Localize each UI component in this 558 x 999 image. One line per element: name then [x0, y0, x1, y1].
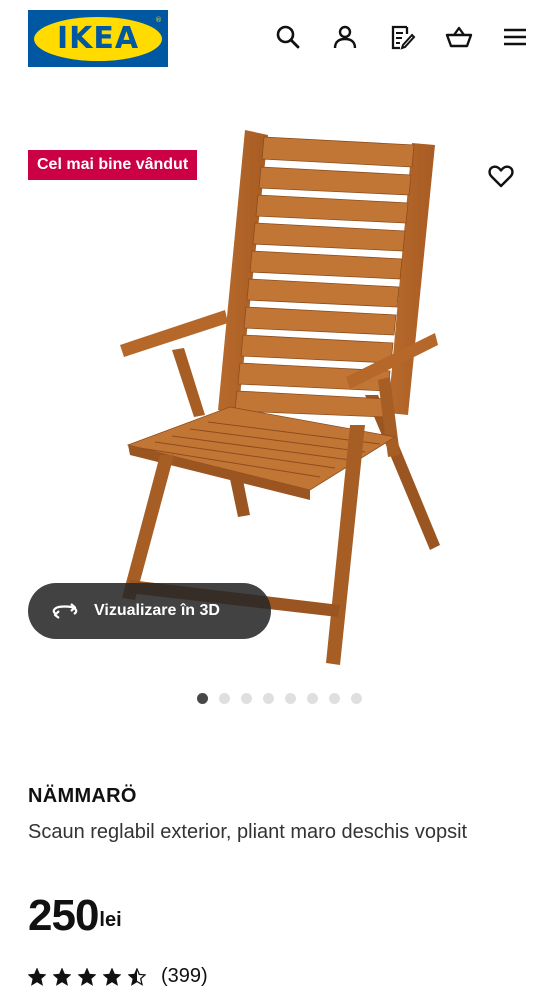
- pagination-dot[interactable]: [196, 693, 208, 704]
- product-description: Scaun reglabil exterior, pliant maro des…: [28, 821, 468, 843]
- product-rating[interactable]: (399): [28, 965, 208, 988]
- price-integer: 250: [28, 891, 99, 940]
- star-half-icon: [128, 967, 146, 986]
- view-3d-label: Vizualizare în 3D: [94, 602, 220, 619]
- ikea-logo[interactable]: IKEA ®: [28, 10, 168, 67]
- rotate-3d-icon: [52, 603, 78, 619]
- product-price: 250lei: [28, 888, 122, 944]
- star-full-icon: [53, 967, 71, 986]
- pagination-dot[interactable]: [328, 693, 340, 704]
- cart-icon[interactable]: [444, 22, 474, 52]
- star-full-icon: [28, 967, 46, 986]
- header: IKEA ®: [0, 0, 558, 80]
- pagination-dot[interactable]: [284, 693, 296, 704]
- pagination-dot[interactable]: [350, 693, 362, 704]
- registered-mark: ®: [155, 16, 162, 24]
- logo-text: IKEA: [56, 20, 140, 56]
- product-name: NÄMMARÖ: [28, 785, 137, 807]
- favorite-heart-icon[interactable]: [485, 160, 517, 192]
- star-full-icon: [103, 967, 121, 986]
- price-currency: lei: [99, 909, 122, 931]
- search-icon[interactable]: [273, 22, 303, 52]
- reviews-count: (399): [161, 965, 208, 987]
- menu-icon[interactable]: [500, 22, 530, 52]
- pagination-dot[interactable]: [306, 693, 318, 704]
- view-3d-button[interactable]: Vizualizare în 3D: [28, 583, 271, 639]
- shopping-list-icon[interactable]: [387, 22, 417, 52]
- pagination-dot[interactable]: [262, 693, 274, 704]
- pagination-dot[interactable]: [218, 693, 230, 704]
- logo-oval: IKEA: [34, 16, 162, 61]
- best-seller-badge: Cel mai bine vândut: [28, 150, 198, 180]
- gallery-pagination: [0, 693, 558, 704]
- star-full-icon: [78, 967, 96, 986]
- account-icon[interactable]: [330, 22, 360, 52]
- pagination-dot[interactable]: [240, 693, 252, 704]
